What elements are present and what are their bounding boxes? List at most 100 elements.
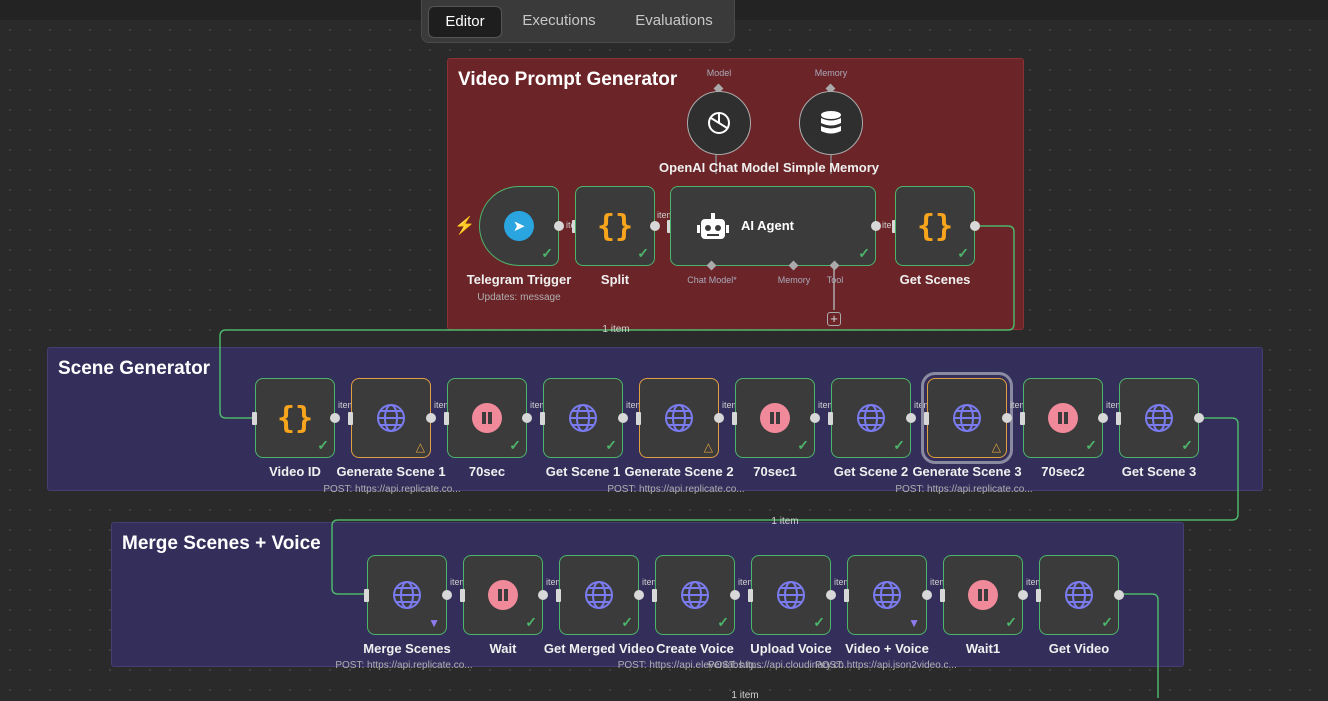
input-port[interactable] [444,412,449,425]
trigger-bolt-icon: ⚡ [454,216,476,235]
upload-voice-node[interactable]: ✓ [751,555,831,635]
check-icon: ✓ [541,245,553,261]
check-icon: ✓ [858,245,870,261]
ai-agent-node[interactable]: AI Agent ✓ [670,186,876,266]
70sec2-node[interactable]: ✓ [1023,378,1103,458]
node-label: Generate Scene 2 [624,464,734,479]
split-node[interactable]: {} ✓ [575,186,655,266]
pin-icon: ▼ [908,616,920,630]
create-voice-node[interactable]: ✓ [655,555,735,635]
port-label-tool: Tool [826,275,844,285]
output-port[interactable] [330,413,340,423]
input-port[interactable] [556,589,561,602]
input-port[interactable] [252,412,257,425]
openai-icon [688,92,750,154]
robot-icon [697,213,729,246]
node-title: AI Agent [741,218,794,233]
get-scene-1-node[interactable]: ✓ [543,378,623,458]
output-port[interactable] [826,590,836,600]
input-port[interactable] [1020,412,1025,425]
70sec-node[interactable]: ✓ [447,378,527,458]
input-port[interactable] [844,589,849,602]
add-tool-button[interactable]: + [827,312,841,326]
check-icon: ✓ [317,437,329,453]
output-port[interactable] [922,590,932,600]
check-icon: ✓ [525,614,537,630]
warning-icon: △ [991,440,1001,454]
output-port[interactable] [1114,590,1124,600]
check-icon: ✓ [509,437,521,453]
input-port[interactable] [636,412,641,425]
video-voice-node[interactable]: ▼ [847,555,927,635]
input-port[interactable] [828,412,833,425]
generate-scene-1-node[interactable]: △ [351,378,431,458]
warning-icon: △ [703,440,713,454]
output-port[interactable] [1018,590,1028,600]
input-port[interactable] [364,589,369,602]
output-port[interactable] [1098,413,1108,423]
node-label: Generate Scene 1 [336,464,446,479]
output-port[interactable] [522,413,532,423]
get-scene-3-node[interactable]: ✓ [1119,378,1199,458]
output-port[interactable] [618,413,628,423]
output-port[interactable] [650,221,660,231]
node-label: Simple Memory [782,160,880,175]
video-id-node[interactable]: {} ✓ [255,378,335,458]
node-label: OpenAI Chat Model [659,160,779,175]
input-port[interactable] [732,412,737,425]
get-scene-2-node[interactable]: ✓ [831,378,911,458]
input-port[interactable] [348,412,353,425]
70sec1-node[interactable]: ✓ [735,378,815,458]
node-subtitle: POST: https://api.replicate.co... [895,484,1033,495]
input-port[interactable] [540,412,545,425]
node-label: Get Scene 2 [833,464,909,479]
output-port[interactable] [906,413,916,423]
input-port[interactable] [460,589,465,602]
openai-chat-model-node[interactable] [687,91,751,155]
node-label: Get Scene 3 [1121,464,1197,479]
telegram-trigger-node[interactable]: ➤ ✓ [479,186,559,266]
get-video-node[interactable]: ✓ [1039,555,1119,635]
output-port[interactable] [442,590,452,600]
input-port[interactable] [1116,412,1121,425]
get-scenes-node[interactable]: {} ✓ [895,186,975,266]
port-label-memory: Memory [777,275,811,285]
check-icon: ✓ [813,614,825,630]
output-port[interactable] [970,221,980,231]
wait1-node[interactable]: ✓ [943,555,1023,635]
input-port[interactable] [748,589,753,602]
check-icon: ✓ [1101,614,1113,630]
edge-item-count: 1 item [731,690,759,701]
output-port[interactable] [1194,413,1204,423]
node-label: 70sec2 [1041,464,1085,479]
check-icon: ✓ [621,614,633,630]
output-port[interactable] [554,221,564,231]
edge-item-count: 1 item [771,516,799,527]
output-port[interactable] [1002,413,1012,423]
get-merged-video-node[interactable]: ✓ [559,555,639,635]
input-port[interactable] [940,589,945,602]
input-port[interactable] [652,589,657,602]
merge-scenes-node[interactable]: ▼ [367,555,447,635]
output-port[interactable] [730,590,740,600]
output-port[interactable] [538,590,548,600]
check-icon: ✓ [637,245,649,261]
check-icon: ✓ [797,437,809,453]
port-label-memory: Memory [814,68,848,78]
output-port[interactable] [426,413,436,423]
output-port[interactable] [714,413,724,423]
output-port[interactable] [634,590,644,600]
output-port[interactable] [871,221,881,231]
output-port[interactable] [810,413,820,423]
node-label: Wait1 [965,641,1001,656]
node-label: Upload Voice [750,641,832,656]
check-icon: ✓ [1085,437,1097,453]
generate-scene-3-node[interactable]: △ [921,372,1013,464]
simple-memory-node[interactable] [799,91,863,155]
input-port[interactable] [924,412,929,425]
node-label: Video + Voice [845,641,929,656]
node-label: Wait [489,641,517,656]
input-port[interactable] [1036,589,1041,602]
wait-node[interactable]: ✓ [463,555,543,635]
generate-scene-2-node[interactable]: △ [639,378,719,458]
